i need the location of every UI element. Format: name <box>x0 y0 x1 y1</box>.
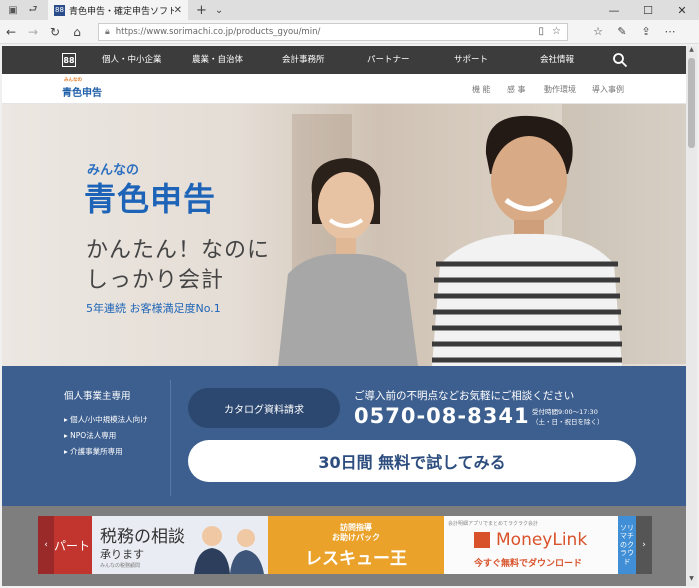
tab-list-icon[interactable]: ▣ <box>6 3 20 17</box>
banner-cta: 今すぐ無料でダウンロード <box>474 559 583 569</box>
close-icon[interactable]: ✕ <box>174 5 182 16</box>
product-logo-text: 青色申告 <box>62 88 102 99</box>
scroll-up-icon[interactable]: ▲ <box>686 46 697 57</box>
hero-badge: 5年連続 お客様満足度No.1 <box>86 302 221 315</box>
forward-icon[interactable]: → <box>22 21 44 43</box>
cta-link-label: 介護事業所専用 <box>70 447 123 456</box>
moneylink-logo-icon <box>474 532 490 548</box>
tab-title: 青色申告・確定申告ソフト <box>69 6 174 17</box>
hero-tagline-2: しっかり会計 <box>86 268 225 293</box>
window-close-icon[interactable]: ✕ <box>665 0 699 20</box>
product-logo[interactable]: みんなの 青色申告 <box>62 78 102 99</box>
plus-icon[interactable]: + <box>196 3 207 18</box>
cta-link-small-business[interactable]: ▸ 個人/小中規模法人向け <box>64 414 148 425</box>
reader-icon[interactable]: ▯ <box>539 26 545 37</box>
subnav-pricing[interactable]: 感 事 <box>507 84 526 95</box>
nav-item-accounting-firm[interactable]: 会計事務所 <box>282 46 325 74</box>
consultants-illustration <box>194 526 264 574</box>
banner-rescue[interactable]: 訪問指導 お助けパック レスキュー王 <box>268 516 444 574</box>
banner-subtitle: 承ります <box>100 548 144 561</box>
product-subnav: みんなの 青色申告 機 能 感 事 動作環境 導入事例 <box>2 74 686 104</box>
nav-item-individual[interactable]: 個人・中小企業 <box>102 46 162 74</box>
banner-kicker: お助けパック <box>332 533 380 542</box>
subnav-requirements[interactable]: 動作環境 <box>544 84 576 95</box>
nav-item-support[interactable]: サポート <box>454 46 488 74</box>
product-logo-ruby: みんなの <box>64 78 82 83</box>
back-tabs-icon[interactable]: ⮐ <box>26 3 40 17</box>
chevron-down-icon[interactable]: ⌄ <box>215 5 223 16</box>
browser-tools: ☆ ✎ ⇪ ⋯ <box>586 25 682 38</box>
nav-item-agriculture[interactable]: 農業・自治体 <box>192 46 243 74</box>
hero-title: 青色申告 <box>84 180 217 218</box>
nav-item-company[interactable]: 会社情報 <box>540 46 574 74</box>
address-bar: ← → ↻ ⌂ 🔒︎ https://www.sorimachi.co.jp/p… <box>0 20 699 44</box>
banner-carousel: ‹ パート 税務の相談 承ります みんなの税務顧問 訪問指導 お助けパック レス… <box>2 506 686 586</box>
carousel-next-button[interactable]: › <box>636 516 652 574</box>
banner-moneylink[interactable]: 会計明細アプリでまとめてラクラク会計 MoneyLink 今すぐ無料でダウンロー… <box>444 516 618 574</box>
banner-tax-consultation[interactable]: 税務の相談 承ります みんなの税務顧問 <box>92 516 268 574</box>
banner-caption: みんなの税務顧問 <box>100 563 141 569</box>
banner-title: 税務の相談 <box>100 527 185 547</box>
url-field[interactable]: 🔒︎ https://www.sorimachi.co.jp/products_… <box>98 22 568 41</box>
back-icon[interactable]: ← <box>0 21 22 43</box>
browser-tab[interactable]: 88 青色申告・確定申告ソフト ✕ <box>48 0 188 20</box>
banner-cloud[interactable]: ソリマチのクラウド <box>618 516 636 574</box>
lock-icon: 🔒︎ <box>105 26 110 37</box>
pen-icon[interactable]: ✎ <box>610 25 634 38</box>
hero-tagline-1: かんたん！なのに <box>86 238 271 263</box>
subnav-case-studies[interactable]: 導入事例 <box>592 84 624 95</box>
cta-hours: 受付時間9:00〜17:30 <box>532 408 598 416</box>
more-icon[interactable]: ⋯ <box>658 25 682 38</box>
hero-section: みんなの 青色申告 かんたん！なのに しっかり会計 5年連続 お客様満足度No.… <box>2 104 686 366</box>
maximize-icon[interactable]: ☐ <box>631 0 665 20</box>
share-icon[interactable]: ⇪ <box>634 25 658 38</box>
minimize-icon[interactable]: — <box>597 0 631 20</box>
cta-link-npo[interactable]: ▸ NPO法人専用 <box>64 430 116 441</box>
banner-partner[interactable]: パート <box>54 516 92 574</box>
home-icon[interactable]: ⌂ <box>66 21 88 43</box>
cta-link-label: 個人/小中規模法人向け <box>70 415 148 424</box>
subnav-features[interactable]: 機 能 <box>472 84 491 95</box>
search-icon[interactable] <box>612 52 628 68</box>
cta-phone-number[interactable]: 0570-08-8341 <box>354 404 530 428</box>
carousel-prev-button[interactable]: ‹ <box>38 516 54 574</box>
free-trial-button[interactable]: 30日間 無料で試してみる <box>188 440 636 482</box>
site-nav: 88 個人・中小企業 農業・自治体 会計事務所 パートナー サポート 会社情報 <box>2 46 686 74</box>
star-icon[interactable]: ☆ <box>552 26 561 37</box>
cta-divider <box>170 380 171 496</box>
banner-title: レスキュー王 <box>305 549 407 569</box>
banner-title: MoneyLink <box>496 530 588 550</box>
banner-caption: 会計明細アプリでまとめてラクラク会計 <box>448 521 539 527</box>
favicon-icon: 88 <box>54 4 65 16</box>
scroll-thumb[interactable] <box>688 58 695 148</box>
catalog-request-button[interactable]: カタログ資料請求 <box>188 388 340 428</box>
scroll-down-icon[interactable]: ▼ <box>686 575 697 586</box>
company-logo[interactable]: 88 <box>62 53 76 67</box>
hero-photo-man <box>432 115 622 366</box>
refresh-icon[interactable]: ↻ <box>44 21 66 43</box>
hero-photo-woman <box>278 158 418 366</box>
nav-item-partner[interactable]: パートナー <box>367 46 410 74</box>
page-scrollbar[interactable]: ▲ ▼ <box>686 46 697 586</box>
favorites-icon[interactable]: ☆ <box>586 25 610 38</box>
cta-link-label: NPO法人専用 <box>70 431 117 440</box>
url-text: https://www.sorimachi.co.jp/products_gyo… <box>115 26 321 37</box>
cta-lead-text: ご導入前の不明点などお気軽にご相談ください <box>354 390 575 402</box>
cta-hours-note: （土・日・祝日を除く） <box>532 418 604 426</box>
browser-tab-bar: ▣ ⮐ 88 青色申告・確定申告ソフト ✕ + ⌄ — ☐ ✕ <box>0 0 699 20</box>
cta-link-care[interactable]: ▸ 介護事業所専用 <box>64 446 123 457</box>
cta-band: 個人事業主専用 ▸ 個人/小中規模法人向け ▸ NPO法人専用 ▸ 介護事業所専… <box>2 366 686 506</box>
cta-side-title: 個人事業主専用 <box>64 391 131 402</box>
window-controls: — ☐ ✕ <box>597 0 699 20</box>
